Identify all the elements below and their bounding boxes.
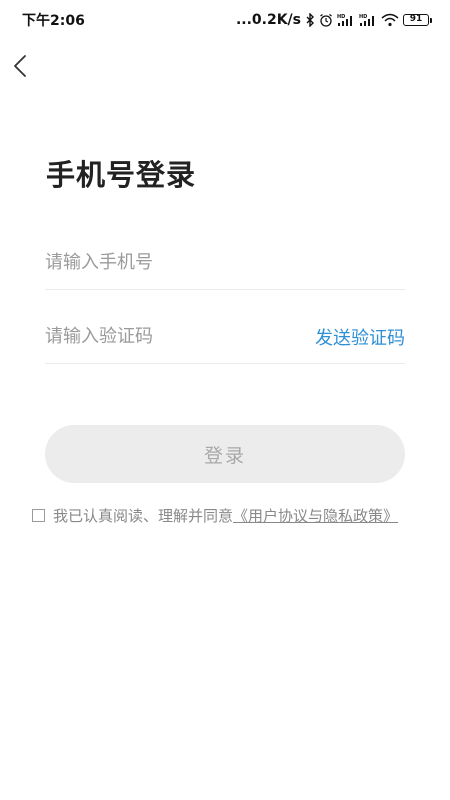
alarm-clock-icon	[319, 13, 333, 27]
svg-text:HD: HD	[359, 14, 367, 20]
svg-text:HD: HD	[337, 14, 345, 20]
code-field-row: 发送验证码	[45, 310, 405, 364]
phone-field-row	[45, 236, 405, 290]
page-title: 手机号登录	[46, 158, 197, 192]
chevron-left-icon	[14, 55, 26, 77]
agreement-text: 我已认真阅读、理解并同意	[53, 507, 234, 525]
status-icons: ...0.2K/s HD HD 91	[236, 12, 432, 28]
agreement-checkbox[interactable]	[32, 509, 45, 522]
agreement-row: 我已认真阅读、理解并同意 《用户协议与隐私政策》	[32, 505, 398, 526]
back-button[interactable]	[6, 50, 34, 82]
status-bar: 下午2:06 ...0.2K/s HD HD 91	[0, 0, 450, 40]
network-speed: ...0.2K/s	[235, 12, 301, 28]
bluetooth-icon	[305, 13, 315, 27]
battery-level: 91	[403, 14, 429, 26]
status-time: 下午2:06	[22, 13, 85, 29]
send-code-button[interactable]: 发送验证码	[315, 324, 405, 350]
login-button[interactable]: 登录	[45, 425, 405, 483]
battery-icon: 91	[403, 14, 432, 26]
hd-signal-icon: HD	[337, 13, 355, 27]
phone-input[interactable]	[45, 247, 405, 278]
hd-signal-icon: HD	[359, 13, 377, 27]
wifi-icon	[381, 13, 399, 27]
verification-code-input[interactable]	[45, 321, 315, 352]
agreement-link[interactable]: 《用户协议与隐私政策》	[233, 505, 398, 526]
